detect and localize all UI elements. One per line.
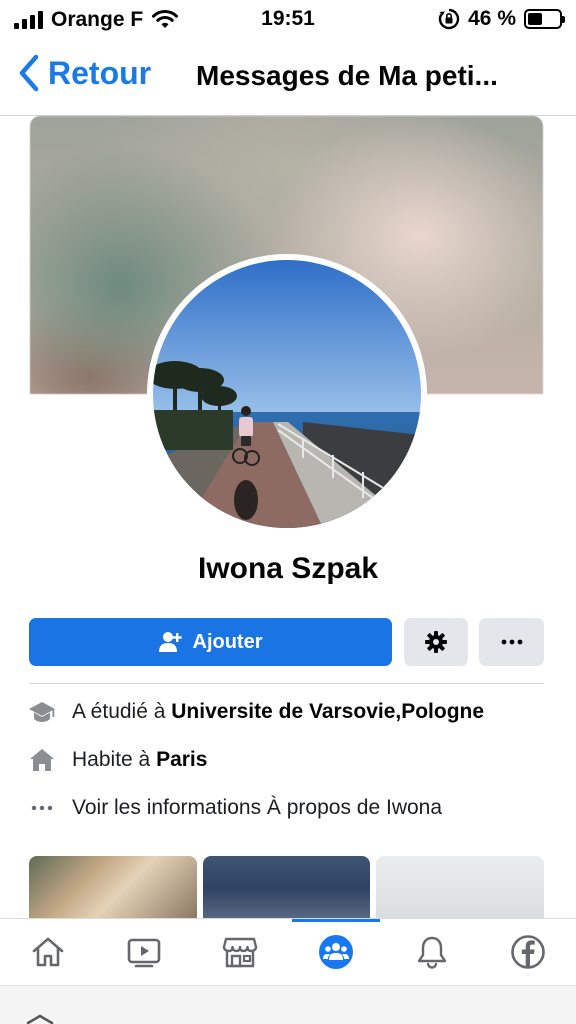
divider [30, 683, 544, 684]
back-button[interactable]: Retour [18, 54, 151, 92]
profile-photo-image [153, 260, 421, 528]
tab-notifications[interactable] [384, 919, 480, 984]
education-place[interactable]: Universite de Varsovie,Pologne [171, 700, 484, 724]
profile-picture [153, 260, 421, 528]
tab-groups[interactable] [288, 919, 384, 984]
photo-thumbnail[interactable] [202, 856, 371, 920]
about-info-link[interactable]: Voir les informations À propos de Iwona [28, 794, 442, 822]
marketplace-icon [222, 937, 258, 967]
battery-percent: 46 % [468, 7, 516, 30]
page-title: Messages de Ma peti... [196, 60, 498, 91]
groups-icon [319, 934, 353, 969]
navigation-bar: Retour Messages de Ma peti... [0, 40, 576, 116]
back-label: Retour [48, 54, 152, 91]
status-right: 46 % [438, 7, 565, 31]
tab-marketplace[interactable] [192, 919, 288, 984]
more-dots-icon [501, 639, 522, 645]
tab-video[interactable] [96, 919, 192, 984]
residence-prefix: Habite à [72, 748, 151, 771]
add-friend-icon [158, 632, 182, 652]
about-info-label: Voir les informations À propos de Iwona [72, 796, 443, 819]
battery-fill [528, 13, 542, 25]
bottom-tab-bar [0, 918, 576, 984]
more-dots-icon [28, 794, 56, 822]
home-icon [32, 937, 64, 966]
rotation-lock-icon [438, 8, 460, 30]
info-education: A étudié à Universite de Varsovie,Pologn… [28, 698, 484, 726]
facebook-icon [511, 934, 545, 969]
photo-thumbnail[interactable] [376, 856, 544, 920]
education-prefix: A étudié à [72, 700, 166, 723]
video-icon [127, 938, 161, 967]
graduation-cap-icon [28, 698, 56, 726]
chevron-up-icon[interactable] [26, 1014, 54, 1024]
home-location-icon [28, 746, 56, 774]
chevron-left-icon [19, 54, 39, 92]
photo-thumbnail[interactable] [29, 856, 197, 920]
more-options-button[interactable] [479, 618, 544, 666]
info-residence: Habite à Paris [28, 746, 207, 774]
profile-name: Iwona Szpak [197, 552, 379, 585]
tab-home[interactable] [0, 919, 96, 984]
settings-button[interactable] [404, 618, 468, 666]
gear-icon [425, 631, 447, 653]
residence-place[interactable]: Paris [156, 748, 207, 772]
add-friend-label: Ajouter [192, 630, 263, 653]
tab-facebook[interactable] [480, 919, 576, 984]
bell-icon [417, 936, 447, 969]
status-bar: Orange F 19:51 46 % [0, 0, 576, 40]
avatar[interactable] [147, 254, 427, 534]
add-friend-button[interactable]: Ajouter [29, 618, 392, 666]
battery-icon [524, 9, 565, 29]
browser-bottom-bar [0, 985, 576, 1024]
photo-grid [29, 856, 544, 920]
